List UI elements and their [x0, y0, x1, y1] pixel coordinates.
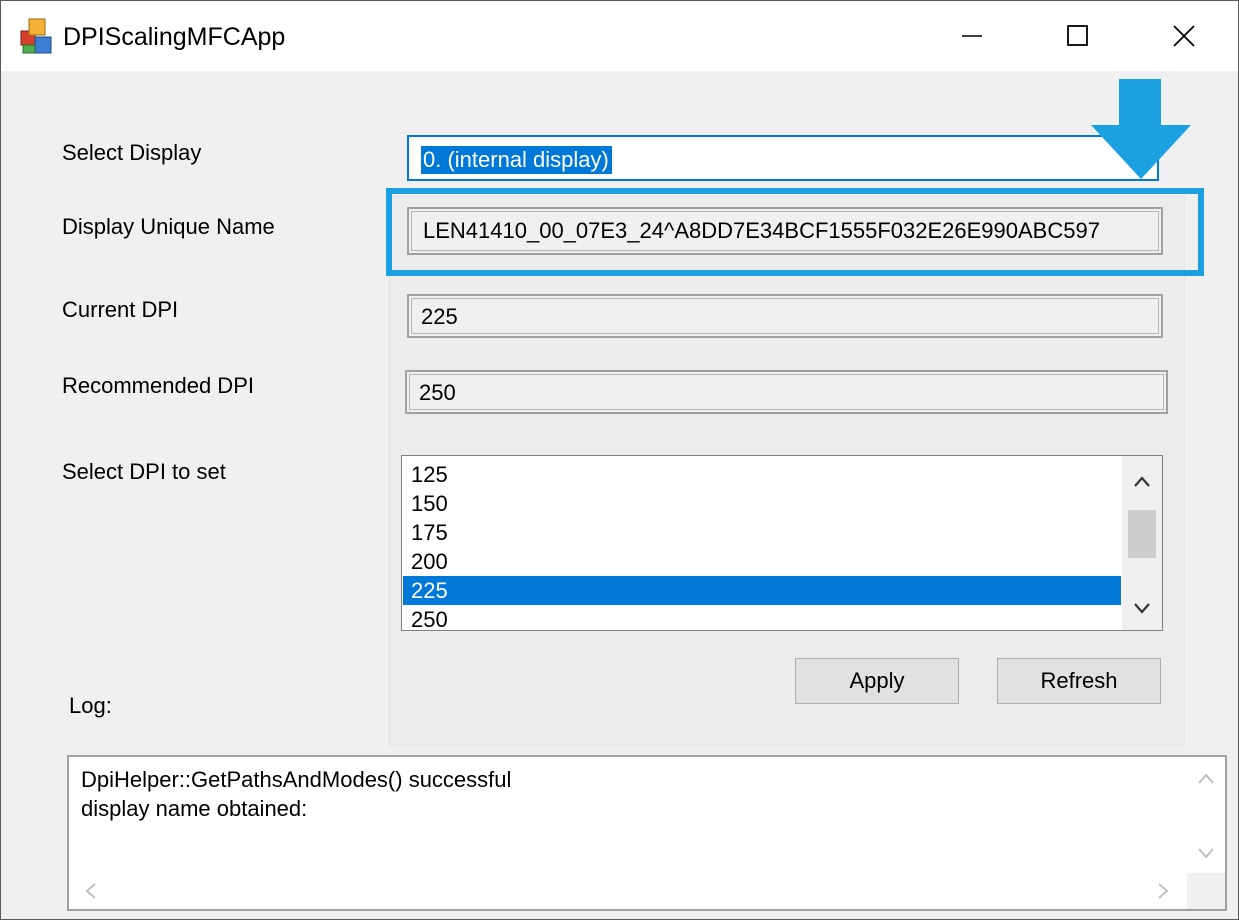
recommended-dpi-field[interactable]: 250	[405, 370, 1168, 414]
list-item[interactable]: 175	[403, 518, 1121, 547]
close-icon	[1173, 25, 1195, 47]
list-item[interactable]: 250	[403, 605, 1121, 630]
list-item[interactable]: 200	[403, 547, 1121, 576]
select-display-label: Select Display	[62, 140, 202, 165]
scroll-down-icon	[1198, 848, 1214, 859]
display-select-value: 0. (internal display)	[421, 146, 612, 174]
log-line: display name obtained:	[81, 796, 308, 821]
log-textbox[interactable]: DpiHelper::GetPathsAndModes() successful…	[67, 755, 1227, 911]
log-vertical-scrollbar[interactable]	[1187, 757, 1225, 875]
maximize-button[interactable]	[1025, 1, 1131, 71]
scroll-up-icon[interactable]	[1132, 474, 1152, 490]
recommended-dpi-value: 250	[419, 380, 456, 405]
dpi-list-scrollbar[interactable]	[1122, 456, 1162, 630]
scroll-down-icon[interactable]	[1132, 600, 1152, 616]
maximize-icon	[1067, 25, 1088, 46]
minimize-icon	[962, 35, 982, 37]
annotation-highlight-box	[386, 188, 1204, 276]
select-dpi-label: Select DPI to set	[62, 459, 226, 484]
log-horizontal-scrollbar[interactable]	[69, 873, 1187, 909]
scroll-left-icon	[85, 883, 96, 899]
scroll-up-icon	[1198, 773, 1214, 784]
scroll-right-icon	[1158, 883, 1169, 899]
display-unique-name-label: Display Unique Name	[62, 214, 275, 239]
window-title: DPIScalingMFCApp	[63, 23, 286, 51]
title-bar[interactable]: DPIScalingMFCApp	[1, 1, 1238, 71]
log-label: Log:	[69, 693, 112, 718]
log-lines: DpiHelper::GetPathsAndModes() successful…	[81, 765, 511, 823]
close-button[interactable]	[1131, 1, 1237, 71]
current-dpi-value: 225	[421, 304, 458, 329]
minimize-button[interactable]	[919, 1, 1025, 71]
down-arrow-icon	[1089, 79, 1193, 179]
list-item-selected[interactable]: 225	[403, 576, 1121, 605]
dpi-list: 125 150 175 200 225 250	[403, 460, 1121, 630]
current-dpi-label: Current DPI	[62, 297, 179, 322]
apply-button[interactable]: Apply	[795, 658, 959, 704]
app-window: DPIScalingMFCApp Select Display Display …	[0, 0, 1239, 920]
current-dpi-field[interactable]: 225	[407, 294, 1163, 338]
refresh-button[interactable]: Refresh	[997, 658, 1161, 704]
mfc-app-icon	[19, 17, 57, 55]
display-select[interactable]: 0. (internal display)	[407, 135, 1159, 181]
list-item[interactable]: 125	[403, 460, 1121, 489]
log-line: DpiHelper::GetPathsAndModes() successful	[81, 767, 512, 792]
scrollbar-corner	[1187, 873, 1225, 909]
dpi-listbox[interactable]: 125 150 175 200 225 250	[401, 455, 1163, 631]
recommended-dpi-label: Recommended DPI	[62, 373, 254, 398]
list-item[interactable]: 150	[403, 489, 1121, 518]
scroll-thumb[interactable]	[1128, 510, 1156, 558]
